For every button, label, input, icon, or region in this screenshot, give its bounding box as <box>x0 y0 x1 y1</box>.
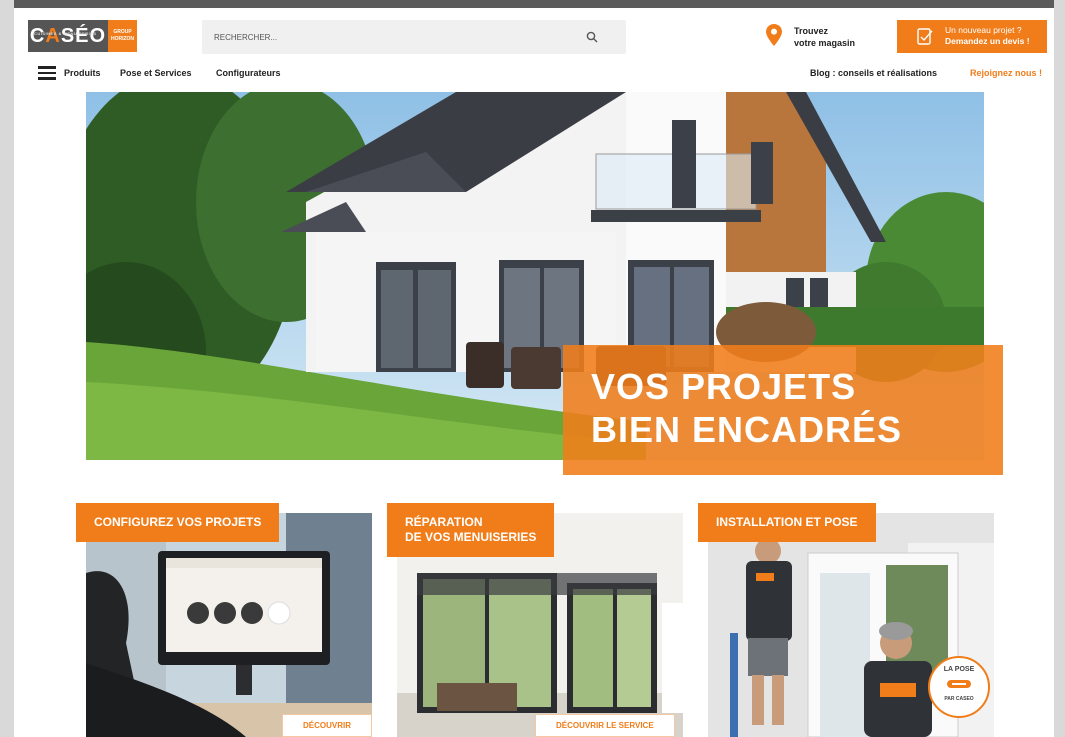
card-installation-image: LA POSE PAR CASEO <box>708 513 994 737</box>
card-reparation-title-1: RÉPARATION <box>405 515 483 529</box>
map-pin-icon <box>766 24 782 46</box>
hero-title: VOS PROJETS BIEN ENCADRÉS <box>591 365 902 451</box>
card-configurez[interactable]: CONFIGUREZ VOS PROJETS DÉCOUVRIR <box>76 503 372 737</box>
card-reparation-label: RÉPARATION DE VOS MENUISERIES <box>387 503 555 557</box>
main-nav: Produits Pose et Services Configurateurs… <box>14 62 1054 84</box>
card-configurez-label: CONFIGUREZ VOS PROJETS <box>76 503 280 542</box>
configurator-scene <box>86 513 372 737</box>
nav-item-join[interactable]: Rejoignez nous ! <box>970 68 1042 78</box>
quote-form-icon <box>917 28 933 45</box>
card-installation-label: INSTALLATION ET POSE <box>698 503 876 542</box>
la-pose-badge: LA POSE PAR CASEO <box>928 656 990 718</box>
quote-label: Un nouveau projet ? Demandez un devis ! <box>945 25 1030 47</box>
card-installation-title: INSTALLATION ET POSE <box>716 515 858 529</box>
store-finder-link[interactable]: Trouvez votre magasin <box>766 22 876 52</box>
card-configurez-image <box>86 513 372 737</box>
store-line-2: votre magasin <box>794 38 856 48</box>
logo-tagline: CUISINES & MENUISERIES <box>34 31 97 36</box>
nav-item-blog[interactable]: Blog : conseils et réalisations <box>810 68 937 78</box>
store-finder-label: Trouvez votre magasin <box>794 25 855 49</box>
card-reparation-title-2: DE VOS MENUISERIES <box>405 530 537 544</box>
la-pose-badge-bottom: PAR CASEO <box>944 696 974 702</box>
logo-group-badge: GROUP HORIZON <box>108 20 137 52</box>
hero-title-line-1: VOS PROJETS <box>591 366 857 407</box>
wrench-icon <box>947 680 971 688</box>
card-configurez-cta[interactable]: DÉCOUVRIR <box>281 714 372 737</box>
page: CASÉO CUISINES & MENUISERIES GROUP HORIZ… <box>14 0 1054 737</box>
menu-icon[interactable] <box>38 66 56 80</box>
logo-wordmark: CASÉO CUISINES & MENUISERIES <box>28 20 108 52</box>
hero-title-line-2: BIEN ENCADRÉS <box>591 409 903 450</box>
card-reparation-cta[interactable]: DÉCOUVRIR LE SERVICE <box>535 714 675 737</box>
quote-line-2: Demandez un devis ! <box>945 36 1030 46</box>
store-line-1: Trouvez <box>794 26 829 36</box>
card-configurez-title: CONFIGUREZ VOS PROJETS <box>94 515 262 529</box>
search-icon[interactable] <box>586 31 598 43</box>
hero-banner: VOS PROJETS BIEN ENCADRÉS <box>563 345 1003 475</box>
search-input[interactable] <box>214 29 574 45</box>
request-quote-button[interactable]: Un nouveau projet ? Demandez un devis ! <box>897 20 1047 53</box>
quote-line-1: Un nouveau projet ? <box>945 25 1022 35</box>
caseo-logo[interactable]: CASÉO CUISINES & MENUISERIES GROUP HORIZ… <box>28 20 137 52</box>
card-reparation[interactable]: RÉPARATION DE VOS MENUISERIES DÉCOUVRIR … <box>387 503 683 737</box>
nav-item-configurateurs[interactable]: Configurateurs <box>216 68 281 78</box>
nav-item-produits[interactable]: Produits <box>64 68 101 78</box>
card-installation[interactable]: LA POSE PAR CASEO INSTALLATION ET POSE <box>698 503 994 737</box>
nav-item-pose-services[interactable]: Pose et Services <box>120 68 192 78</box>
browser-top-bar <box>14 0 1054 8</box>
search-bar[interactable] <box>202 20 626 54</box>
la-pose-badge-top: LA POSE <box>943 666 975 673</box>
